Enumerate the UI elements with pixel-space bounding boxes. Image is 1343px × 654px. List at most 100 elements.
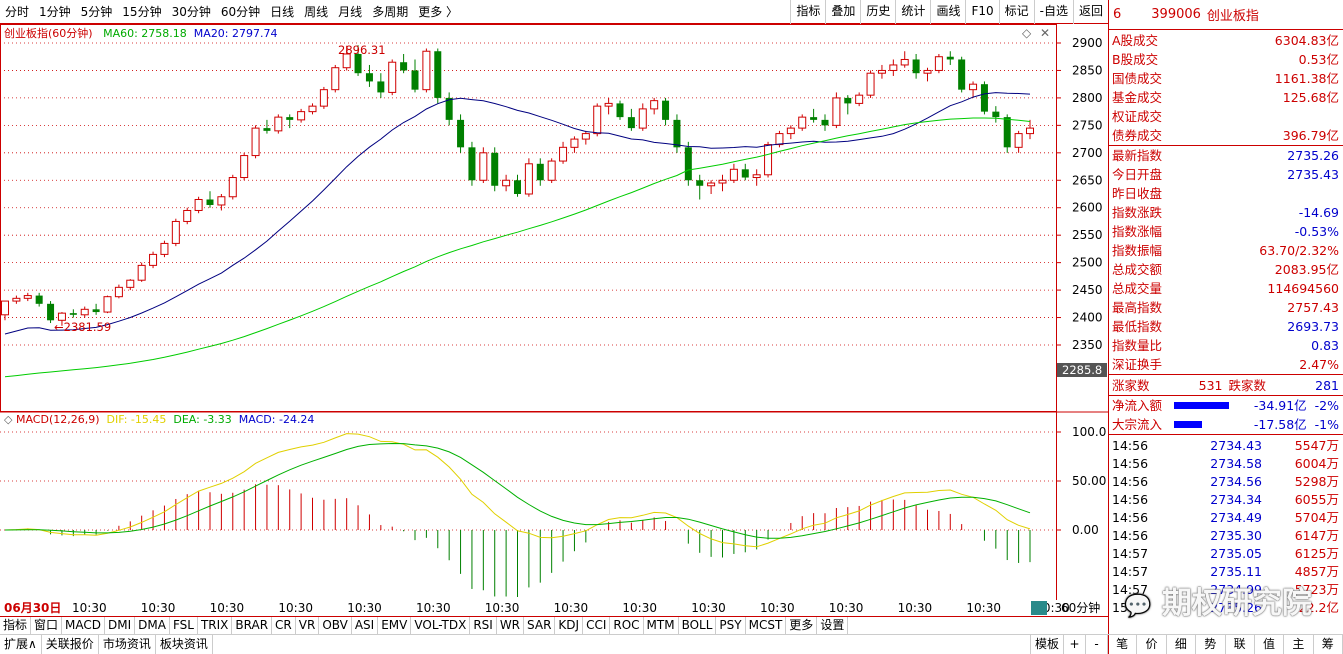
period-label[interactable]: 60分钟 bbox=[1056, 600, 1108, 616]
indicator-tab[interactable]: KDJ bbox=[555, 617, 584, 634]
indicator-tab[interactable]: OBV bbox=[319, 617, 352, 634]
period-tab[interactable]: 5分钟 bbox=[76, 3, 118, 20]
bottom-tab[interactable]: 关联报价 bbox=[42, 635, 99, 654]
indicator-tab[interactable]: 更多 bbox=[786, 617, 818, 634]
quote-row-value: 2735.26 bbox=[1287, 148, 1339, 163]
macd-dropdown-icon[interactable]: ◇ bbox=[4, 413, 12, 426]
period-tab[interactable]: 分时 bbox=[0, 3, 34, 20]
period-tab[interactable]: 更多 〉 bbox=[413, 3, 463, 20]
period-tab[interactable]: 15分钟 bbox=[117, 3, 166, 20]
indicator-tab[interactable]: 设置 bbox=[817, 617, 849, 634]
flow-block: 净流入额 -34.91亿 -2% 大宗流入 -17.58亿 -1% bbox=[1109, 396, 1343, 435]
period-tab[interactable]: 多周期 bbox=[367, 3, 413, 20]
indicator-tab[interactable]: 窗口 bbox=[31, 617, 63, 634]
indicator-tab[interactable]: SAR bbox=[524, 617, 556, 634]
y-tick-label: 2800 bbox=[1072, 91, 1103, 105]
bottom-tab[interactable]: 扩展∧ bbox=[0, 635, 42, 654]
toolbar-button[interactable]: 叠加 bbox=[825, 0, 860, 24]
indicator-tab[interactable]: DMI bbox=[105, 617, 136, 634]
quote-row-value: 396.79亿 bbox=[1282, 128, 1339, 143]
macd-tick-label: 100.0 bbox=[1072, 425, 1106, 439]
tick-row: 14:56 2734.56 5298万 bbox=[1109, 473, 1343, 491]
candle-body bbox=[718, 179, 727, 184]
period-tab[interactable]: 周线 bbox=[299, 3, 333, 20]
indicator-tab[interactable]: TRIX bbox=[198, 617, 233, 634]
y-tick-label: 2350 bbox=[1072, 338, 1103, 352]
quote-row: 最低指数 2693.73 bbox=[1109, 317, 1343, 336]
indicator-tab[interactable]: CCI bbox=[583, 617, 611, 634]
high-marker: 2896.31 bbox=[338, 43, 386, 57]
indicator-tab[interactable]: MTM bbox=[644, 617, 679, 634]
period-tab[interactable]: 30分钟 bbox=[167, 3, 216, 20]
toolbar-button[interactable]: 指标 bbox=[790, 0, 825, 24]
quote-row-label: 国债成交 bbox=[1112, 71, 1163, 86]
indicator-tab[interactable]: VR bbox=[296, 617, 320, 634]
watermark-text: 期权研究院 bbox=[1161, 586, 1312, 621]
scroll-button[interactable] bbox=[1031, 601, 1047, 615]
diamond-icon[interactable]: ◇ bbox=[1022, 26, 1031, 40]
indicator-tab[interactable]: BOLL bbox=[679, 617, 717, 634]
x-tick-label: 10:30 bbox=[484, 601, 520, 615]
toolbar-button[interactable]: -自选 bbox=[1033, 0, 1073, 24]
candle-body bbox=[1026, 127, 1034, 135]
quote-panel-tab[interactable]: 值 bbox=[1255, 635, 1285, 654]
period-tab[interactable]: 月线 bbox=[333, 3, 367, 20]
candle-body bbox=[319, 89, 328, 107]
indicator-tab[interactable]: BRAR bbox=[232, 617, 273, 634]
candle-body bbox=[377, 81, 385, 93]
candle-body bbox=[206, 199, 214, 205]
bottom-tab[interactable]: 板块资讯 bbox=[156, 635, 213, 654]
indicator-tab[interactable]: EMV bbox=[378, 617, 412, 634]
dea-label: DEA: -3.33 bbox=[173, 413, 232, 426]
template-button[interactable]: - bbox=[1086, 635, 1108, 654]
toolbar-right-buttons: 指标 叠加 历史 统计 画线 F10 标记 -自选 返回 bbox=[790, 0, 1108, 24]
indicator-tab[interactable]: VOL-TDX bbox=[411, 617, 471, 634]
quote-panel-tab[interactable]: 势 bbox=[1196, 635, 1226, 654]
indicator-tab[interactable]: DMA bbox=[135, 617, 170, 634]
indicator-tab[interactable]: RSI bbox=[470, 617, 497, 634]
indicator-bar: 指标 窗口 MACD DMI DMA FSL TRIX BRAR CR VR OBV ASI EMV VO… bbox=[0, 616, 1108, 634]
quote-row: 指数涨幅 -0.53% bbox=[1109, 222, 1343, 241]
indicator-tab[interactable]: ASI bbox=[352, 617, 379, 634]
period-tab[interactable]: 日线 bbox=[265, 3, 299, 20]
template-button[interactable]: 模板 bbox=[1031, 635, 1064, 654]
toolbar-button[interactable]: 统计 bbox=[895, 0, 930, 24]
kline-chart[interactable]: 2900 2850 2800 2750 2700 2650 2600 2550 2500 2450… bbox=[0, 24, 1108, 600]
tick-time: 14:56 bbox=[1112, 528, 1149, 543]
quote-row-value: 114694560 bbox=[1267, 281, 1339, 296]
candle-body bbox=[604, 102, 613, 107]
indicator-tab[interactable]: CR bbox=[272, 617, 296, 634]
toolbar-button[interactable]: 标记 bbox=[998, 0, 1034, 24]
indicator-tab[interactable]: WR bbox=[497, 617, 525, 634]
candle-body bbox=[707, 182, 716, 187]
quote-panel-tab[interactable]: 笔 bbox=[1108, 635, 1138, 654]
flow-label: 大宗流入 bbox=[1112, 417, 1163, 432]
quote-panel-tab[interactable]: 筹 bbox=[1314, 635, 1343, 654]
indicator-tab[interactable]: 指标 bbox=[0, 617, 32, 634]
quote-panel-tab[interactable]: 细 bbox=[1167, 635, 1197, 654]
indicator-tab[interactable]: MCST bbox=[746, 617, 787, 634]
macd-title: MACD(12,26,9) bbox=[15, 413, 100, 426]
indicator-tab[interactable]: FSL bbox=[170, 617, 198, 634]
period-tab[interactable]: 60分钟 bbox=[216, 3, 265, 20]
quote-panel-tab[interactable]: 价 bbox=[1137, 635, 1167, 654]
candle-body bbox=[581, 133, 590, 140]
toolbar-button[interactable]: 返回 bbox=[1072, 0, 1108, 24]
y-tick-label: 2550 bbox=[1072, 228, 1103, 242]
toolbar-button[interactable]: F10 bbox=[965, 0, 998, 24]
period-tab[interactable]: 1分钟 bbox=[34, 3, 76, 20]
quote-panel-tab[interactable]: 主 bbox=[1284, 635, 1314, 654]
candle-body bbox=[946, 56, 954, 60]
candle-body bbox=[798, 116, 807, 129]
candle-body bbox=[445, 97, 453, 120]
toolbar-button[interactable]: 画线 bbox=[930, 0, 965, 24]
close-icon[interactable]: ✕ bbox=[1040, 26, 1050, 40]
quote-panel-tab[interactable]: 联 bbox=[1226, 635, 1255, 654]
toolbar-button[interactable]: 历史 bbox=[860, 0, 895, 24]
template-button[interactable]: + bbox=[1064, 635, 1086, 654]
indicator-tab[interactable]: MACD bbox=[62, 617, 106, 634]
bottom-tab[interactable]: 市场资讯 bbox=[99, 635, 156, 654]
indicator-tab[interactable]: ROC bbox=[610, 617, 644, 634]
tick-volume: 5547万 bbox=[1294, 438, 1339, 453]
indicator-tab[interactable]: PSY bbox=[716, 617, 746, 634]
